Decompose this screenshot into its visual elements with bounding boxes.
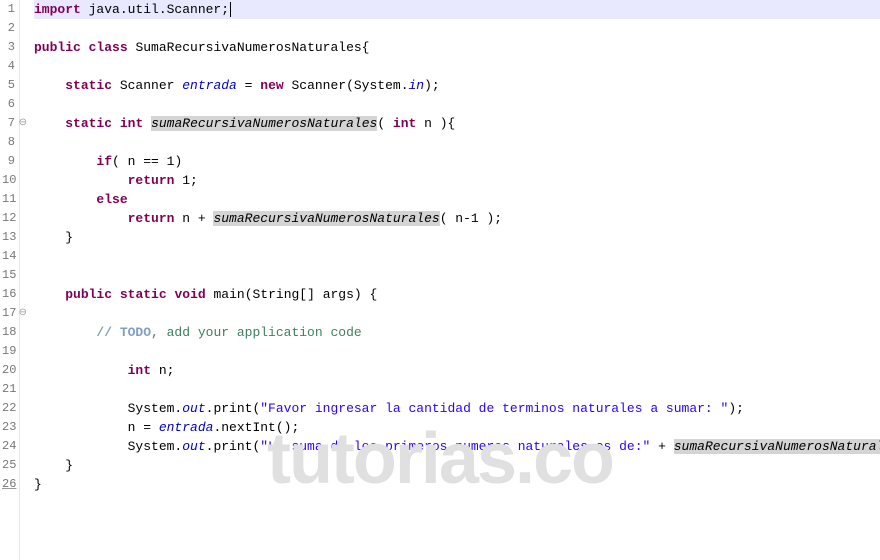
line-number: 16 (2, 285, 15, 304)
code-line[interactable] (34, 19, 880, 38)
line-number: 25 (2, 456, 15, 475)
line-number: 23 (2, 418, 15, 437)
line-number: 22 (2, 399, 15, 418)
line-number: 19 (2, 342, 15, 361)
line-number: 4 (2, 57, 15, 76)
line-gutter: 1 2 3 4 5 6 7 8 9 10 11 12 13 14 15 16 1… (0, 0, 20, 560)
code-line[interactable] (34, 342, 880, 361)
line-number: 9 (2, 152, 15, 171)
code-line[interactable]: } (34, 456, 880, 475)
code-line[interactable] (34, 304, 880, 323)
line-number: 21 (2, 380, 15, 399)
line-number: 12 (2, 209, 15, 228)
line-number: 11 (2, 190, 15, 209)
line-number: 13 (2, 228, 15, 247)
line-number: 5 (2, 76, 15, 95)
line-number: 26 (2, 475, 15, 494)
line-number: 1 (2, 0, 15, 19)
code-line[interactable] (34, 57, 880, 76)
line-number: 3 (2, 38, 15, 57)
line-number: 6 (2, 95, 15, 114)
line-number: 24 (2, 437, 15, 456)
code-line[interactable]: static Scanner entrada = new Scanner(Sys… (34, 76, 880, 95)
code-content[interactable]: import java.util.Scanner; public class S… (20, 0, 880, 560)
code-line[interactable]: return n + sumaRecursivaNumerosNaturales… (34, 209, 880, 228)
code-line[interactable]: System.out.print("La suma de los primero… (34, 437, 880, 456)
code-line[interactable]: int n; (34, 361, 880, 380)
line-number: 17 (2, 304, 15, 323)
line-number: 7 (2, 114, 15, 133)
code-editor[interactable]: 1 2 3 4 5 6 7 8 9 10 11 12 13 14 15 16 1… (0, 0, 880, 560)
code-line[interactable]: System.out.print("Favor ingresar la cant… (34, 399, 880, 418)
code-line[interactable]: n = entrada.nextInt(); (34, 418, 880, 437)
line-number: 14 (2, 247, 15, 266)
line-number: 8 (2, 133, 15, 152)
code-line[interactable] (34, 380, 880, 399)
code-line[interactable]: // TODO, add your application code (34, 323, 880, 342)
line-number: 15 (2, 266, 15, 285)
line-number: 2 (2, 19, 15, 38)
line-number: 18 (2, 323, 15, 342)
code-line[interactable] (34, 266, 880, 285)
code-line[interactable]: if( n == 1) (34, 152, 880, 171)
line-number: 20 (2, 361, 15, 380)
code-line[interactable]: static int sumaRecursivaNumerosNaturales… (34, 114, 880, 133)
code-line[interactable]: public class SumaRecursivaNumerosNatural… (34, 38, 880, 57)
code-line[interactable]: } (34, 228, 880, 247)
code-line[interactable]: } (34, 475, 880, 494)
code-line[interactable] (34, 133, 880, 152)
text-cursor (230, 2, 231, 17)
code-line[interactable]: else (34, 190, 880, 209)
line-number: 10 (2, 171, 15, 190)
code-line[interactable] (34, 95, 880, 114)
code-line[interactable]: return 1; (34, 171, 880, 190)
code-line[interactable]: public static void main(String[] args) { (34, 285, 880, 304)
code-line[interactable] (34, 247, 880, 266)
code-line[interactable]: import java.util.Scanner; (34, 0, 880, 19)
